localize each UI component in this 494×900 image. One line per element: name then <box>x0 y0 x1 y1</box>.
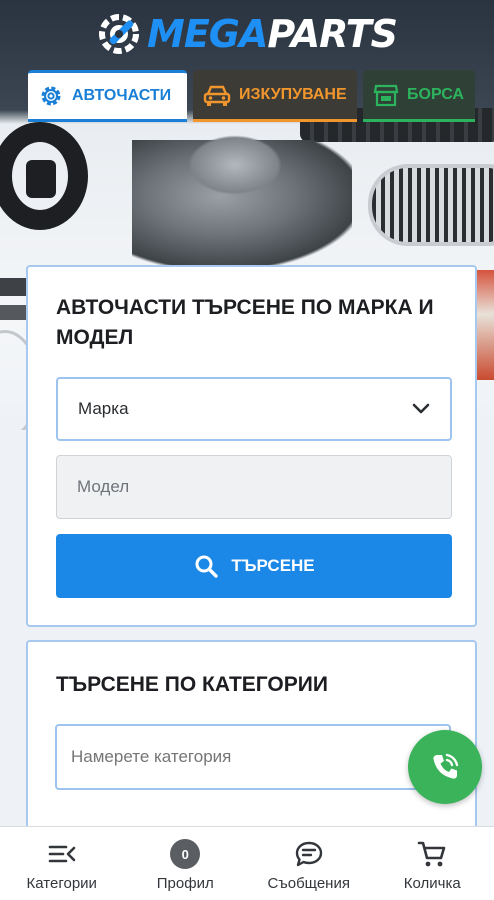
nav-categories[interactable]: Категории <box>0 827 124 900</box>
category-search-title: ТЪРСЕНЕ ПО КАТЕГОРИИ <box>56 673 328 696</box>
logo-text-mega: MEGA <box>147 12 268 56</box>
model-select-placeholder: Модел <box>77 477 130 496</box>
logo-text-parts: PARTS <box>267 12 398 56</box>
nav-profile[interactable]: 0 Профил <box>124 827 248 900</box>
tab-autoparts-label: АВТОЧАСТИ <box>72 87 172 104</box>
megaparts-logo[interactable]: MEGAPARTS <box>0 12 494 56</box>
phone-icon <box>433 753 459 779</box>
store-icon <box>373 84 399 106</box>
search-button[interactable]: ТЪРСЕНЕ <box>56 534 452 598</box>
nav-cart[interactable]: Количка <box>371 827 494 900</box>
make-model-search-card: АВТОЧАСТИ ТЪРСЕНЕ ПО МАРКА И МОДЕЛ Марка… <box>26 265 477 627</box>
profile-badge: 0 <box>170 839 201 869</box>
part-image-left <box>0 278 28 338</box>
tab-market-label: БОРСА <box>407 85 464 103</box>
nav-cart-label: Количка <box>403 875 461 892</box>
category-search-card: ТЪРСЕНЕ ПО КАТЕГОРИИ <box>26 640 477 840</box>
search-icon <box>195 555 219 578</box>
make-select[interactable]: Марка <box>56 377 452 441</box>
tab-market[interactable]: БОРСА <box>363 70 475 122</box>
make-select-value: Марка <box>78 399 129 418</box>
nav-messages-label: Съобщения <box>267 875 350 892</box>
menu-arrow-icon <box>47 839 77 869</box>
search-button-label: ТЪРСЕНЕ <box>231 556 315 575</box>
grille-image <box>368 164 494 246</box>
tab-autoparts[interactable]: АВТОЧАСТИ <box>28 70 187 122</box>
gearbox-detail <box>180 130 290 200</box>
car-icon <box>203 85 231 106</box>
nav-categories-label: Категории <box>26 875 97 892</box>
chat-icon <box>294 839 324 869</box>
bottom-navigation: Категории 0 Профил Съобщения Количка <box>0 826 494 900</box>
category-search-input[interactable] <box>55 724 451 790</box>
wrench-gear-icon <box>99 14 139 54</box>
call-button[interactable] <box>408 730 482 804</box>
logo-wordmark: MEGAPARTS <box>147 12 398 56</box>
tab-buyout[interactable]: ИЗКУПУВАНЕ <box>193 70 357 122</box>
nav-profile-label: Профил <box>156 875 214 892</box>
chevron-down-icon <box>412 403 430 414</box>
cart-icon <box>417 839 447 869</box>
profile-icon: 0 <box>170 839 201 869</box>
tab-buyout-label: ИЗКУПУВАНЕ <box>239 85 347 103</box>
make-model-search-title: АВТОЧАСТИ ТЪРСЕНЕ ПО МАРКА И МОДЕЛ <box>56 296 434 349</box>
gear-icon <box>41 86 61 106</box>
section-tabs: АВТОЧАСТИ ИЗКУПУВАНЕ БОРСА <box>28 70 475 122</box>
model-select[interactable]: Модел <box>56 455 452 519</box>
nav-messages[interactable]: Съобщения <box>247 827 371 900</box>
steering-wheel-hub <box>26 160 56 198</box>
